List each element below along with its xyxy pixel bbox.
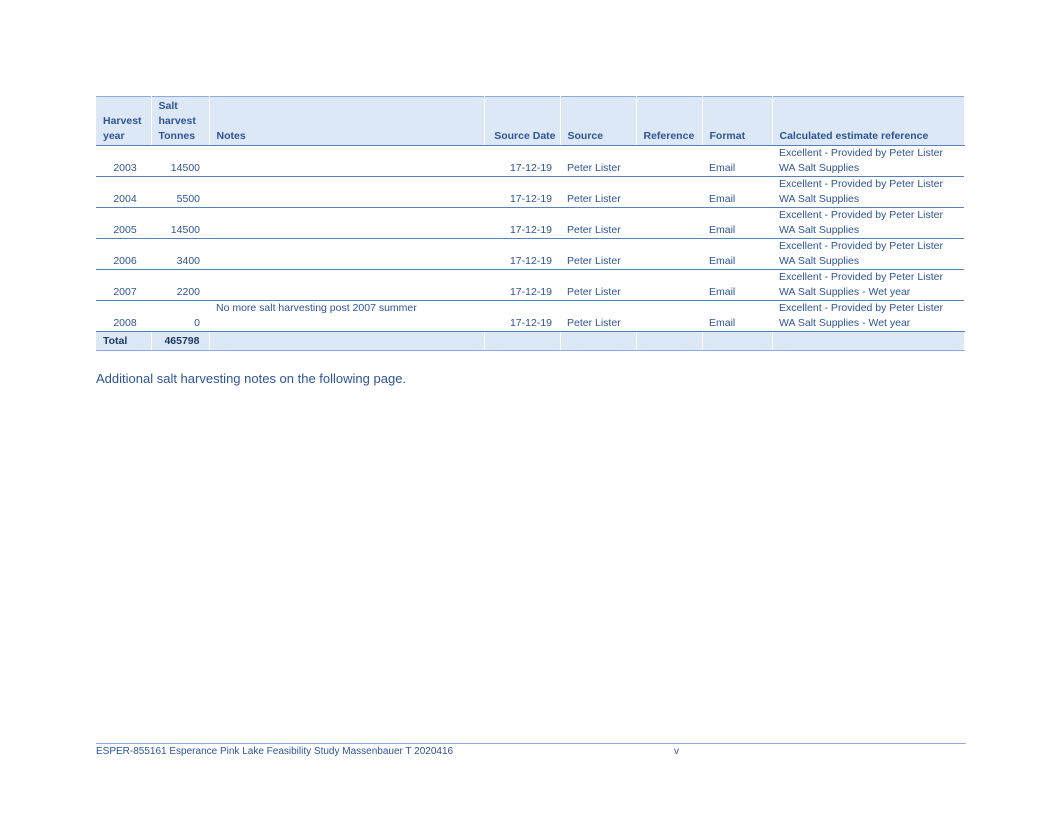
calc-line-supplier: WA Salt Supplies - Wet year [779,317,911,329]
cell-format: Email [702,269,772,301]
cell-source: Peter Lister [560,145,636,177]
cell-notes [209,145,484,177]
cell-source-date: 17-12-19 [484,300,560,332]
cell-format: Email [702,300,772,332]
calc-line-quality: Excellent - Provided by Peter Lister [779,271,943,283]
calc-line-supplier: WA Salt Supplies [779,255,860,267]
cell-reference [636,207,702,239]
cell-format: Email [702,145,772,177]
total-label: Total [96,331,152,351]
cell-year: 2005 [96,207,151,239]
header-notes: Notes [209,96,485,146]
table-row: 2007 2200 17-12-19 Peter Lister Email Ex… [96,269,964,301]
table-row: 2008 0 No more salt harvesting post 2007… [96,300,964,332]
cell-format: Email [702,207,772,239]
table-row: 2006 3400 17-12-19 Peter Lister Email Ex… [96,238,964,270]
cell-reference [636,269,702,301]
cell-reference [636,145,702,177]
cell-calculated-reference: Excellent - Provided by Peter Lister WA … [772,269,964,301]
cell-calculated-reference: Excellent - Provided by Peter Lister WA … [772,207,964,239]
cell-tonnes: 14500 [151,207,209,239]
cell-notes [209,238,484,270]
header-source: Source [560,96,637,146]
cell-source-date: 17-12-19 [484,145,560,177]
calc-line-quality: Excellent - Provided by Peter Lister [779,302,943,314]
cell-tonnes: 14500 [151,145,209,177]
table-body: 2003 14500 17-12-19 Peter Lister Email E… [96,145,964,332]
cell-notes [209,207,484,239]
cell-reference [636,176,702,208]
cell-year: 2003 [96,145,151,177]
cell-tonnes: 5500 [151,176,209,208]
cell-source-date: 17-12-19 [484,238,560,270]
cell-source: Peter Lister [560,269,636,301]
calc-line-quality: Excellent - Provided by Peter Lister [779,147,943,159]
header-reference: Reference [636,96,703,146]
cell-tonnes: 3400 [151,238,209,270]
cell-format: Email [702,238,772,270]
document-page: Harvest year Salt harvest Tonnes Notes S… [0,0,1061,820]
cell-calculated-reference: Excellent - Provided by Peter Lister WA … [772,145,964,177]
cell-format: Email [702,176,772,208]
cell-tonnes: 2200 [151,269,209,301]
cell-notes [209,176,484,208]
cell-source-date: 17-12-19 [484,207,560,239]
cell-notes [209,269,484,301]
footer-page-number: v [674,746,679,757]
calc-line-quality: Excellent - Provided by Peter Lister [779,240,943,252]
cell-year: 2004 [96,176,151,208]
table-row: 2005 14500 17-12-19 Peter Lister Email E… [96,207,964,239]
header-calculated-estimate-reference: Calculated estimate reference [772,96,965,146]
cell-source: Peter Lister [560,207,636,239]
calc-line-quality: Excellent - Provided by Peter Lister [779,178,943,190]
cell-calculated-reference: Excellent - Provided by Peter Lister WA … [772,238,964,270]
cell-source: Peter Lister [560,176,636,208]
table-header: Harvest year Salt harvest Tonnes Notes S… [96,96,965,146]
cell-calculated-reference: Excellent - Provided by Peter Lister WA … [772,176,964,208]
cell-source: Peter Lister [560,238,636,270]
cell-tonnes: 0 [151,300,209,332]
table-row: 2004 5500 17-12-19 Peter Lister Email Ex… [96,176,964,208]
additional-notes-text: Additional salt harvesting notes on the … [96,371,407,386]
total-value: 465798 [151,331,210,351]
footer-divider [96,743,966,744]
cell-year: 2008 [96,300,151,332]
table-total-row: Total 465798 [96,331,965,351]
calc-line-supplier: WA Salt Supplies - Wet year [779,286,911,298]
cell-reference [636,238,702,270]
cell-year: 2006 [96,238,151,270]
header-salt-harvest-tonnes: Salt harvest Tonnes [151,96,210,146]
cell-year: 2007 [96,269,151,301]
calc-line-supplier: WA Salt Supplies [779,162,860,174]
header-source-date: Source Date [484,96,561,146]
salt-harvest-table: Harvest year Salt harvest Tonnes Notes S… [96,96,965,351]
cell-reference [636,300,702,332]
calc-line-quality: Excellent - Provided by Peter Lister [779,209,943,221]
calc-line-supplier: WA Salt Supplies [779,193,860,205]
calc-line-supplier: WA Salt Supplies [779,224,860,236]
table-row: 2003 14500 17-12-19 Peter Lister Email E… [96,145,964,177]
cell-source-date: 17-12-19 [484,269,560,301]
cell-notes: No more salt harvesting post 2007 summer [209,300,484,332]
cell-source-date: 17-12-19 [484,176,560,208]
header-format: Format [702,96,773,146]
footer-document-id: ESPER-855161 Esperance Pink Lake Feasibi… [96,746,454,757]
cell-calculated-reference: Excellent - Provided by Peter Lister WA … [772,300,964,332]
header-harvest-year: Harvest year [96,96,152,146]
cell-source: Peter Lister [560,300,636,332]
